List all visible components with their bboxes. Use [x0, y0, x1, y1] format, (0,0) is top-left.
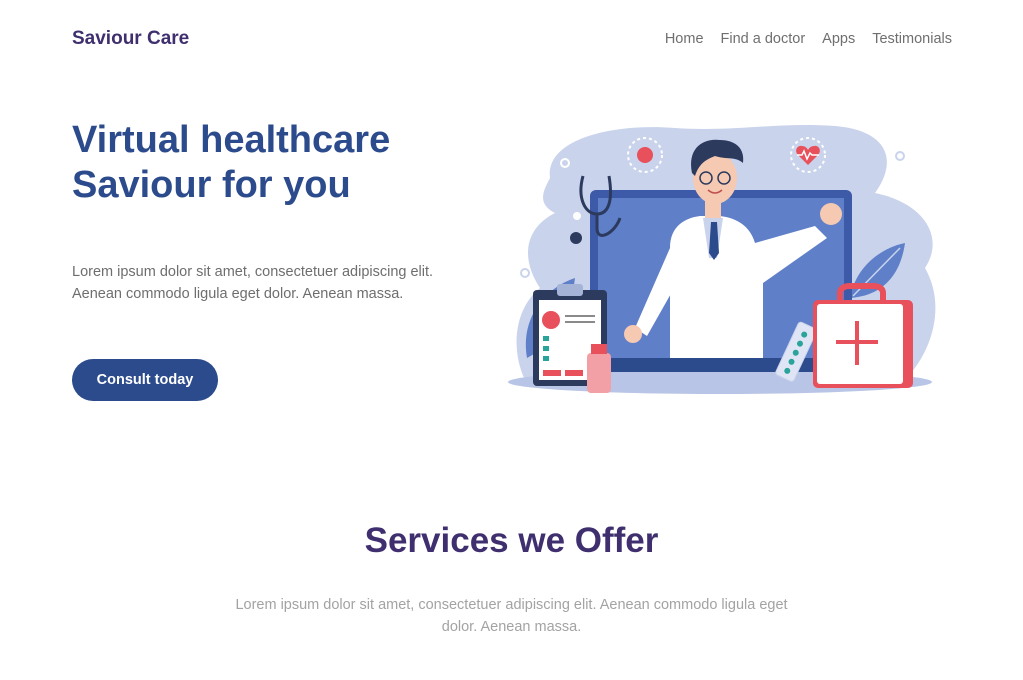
- stethoscope-chestpiece: [570, 232, 582, 244]
- nav-find-a-doctor[interactable]: Find a doctor: [721, 31, 806, 47]
- services-text-line-1: Lorem ipsum dolor sit amet, consectetuer…: [235, 597, 788, 613]
- medicine-bottle-icon: [587, 353, 611, 393]
- hero-title-line-1: Virtual healthcare: [72, 119, 391, 161]
- clipboard-line: [565, 315, 595, 317]
- nav-home[interactable]: Home: [665, 31, 704, 47]
- hero-description: Lorem ipsum dolor sit amet, consectetuer…: [72, 261, 472, 305]
- main-nav: Home Find a doctor Apps Testimonials: [665, 31, 952, 47]
- services-title: Services we Offer: [364, 521, 659, 560]
- virus-icon: [637, 147, 653, 163]
- services-description: Lorem ipsum dolor sit amet, consectetuer…: [205, 594, 818, 638]
- hero-text-line-2: Aenean commodo ligula eget dolor. Aenean…: [72, 286, 404, 302]
- clipboard-line: [565, 321, 595, 323]
- monitor-base: [605, 358, 839, 372]
- clipboard-check: [543, 336, 549, 341]
- first-aid-cross-h: [836, 340, 878, 344]
- doctor-telehealth-illustration: [508, 125, 936, 394]
- brand-logo[interactable]: Saviour Care: [72, 28, 189, 50]
- page: Saviour Care Home Find a doctor Apps Tes…: [0, 0, 1023, 680]
- deco-dot: [520, 268, 530, 278]
- clipboard-clip: [557, 284, 583, 296]
- clipboard-btn: [543, 370, 561, 376]
- hero-title: Virtual healthcare Saviour for you: [72, 118, 492, 208]
- deco-dot: [573, 212, 581, 220]
- patient-avatar-icon: [542, 311, 560, 329]
- nav-testimonials[interactable]: Testimonials: [872, 31, 952, 47]
- medicine-bottle-cap: [591, 344, 607, 354]
- clipboard-btn: [565, 370, 583, 376]
- hero-text-line-1: Lorem ipsum dolor sit amet, consectetuer…: [72, 264, 434, 280]
- clipboard-check: [543, 346, 549, 351]
- nav-apps[interactable]: Apps: [822, 31, 855, 47]
- deco-dot: [895, 151, 905, 161]
- hero-title-line-2: Saviour for you: [72, 164, 351, 206]
- services-text-line-2: dolor. Aenean massa.: [441, 619, 582, 635]
- doctor-waving-hand: [820, 203, 842, 225]
- clipboard-check: [543, 356, 549, 361]
- doctor-left-hand: [624, 325, 642, 343]
- consult-today-button[interactable]: Consult today: [72, 359, 218, 401]
